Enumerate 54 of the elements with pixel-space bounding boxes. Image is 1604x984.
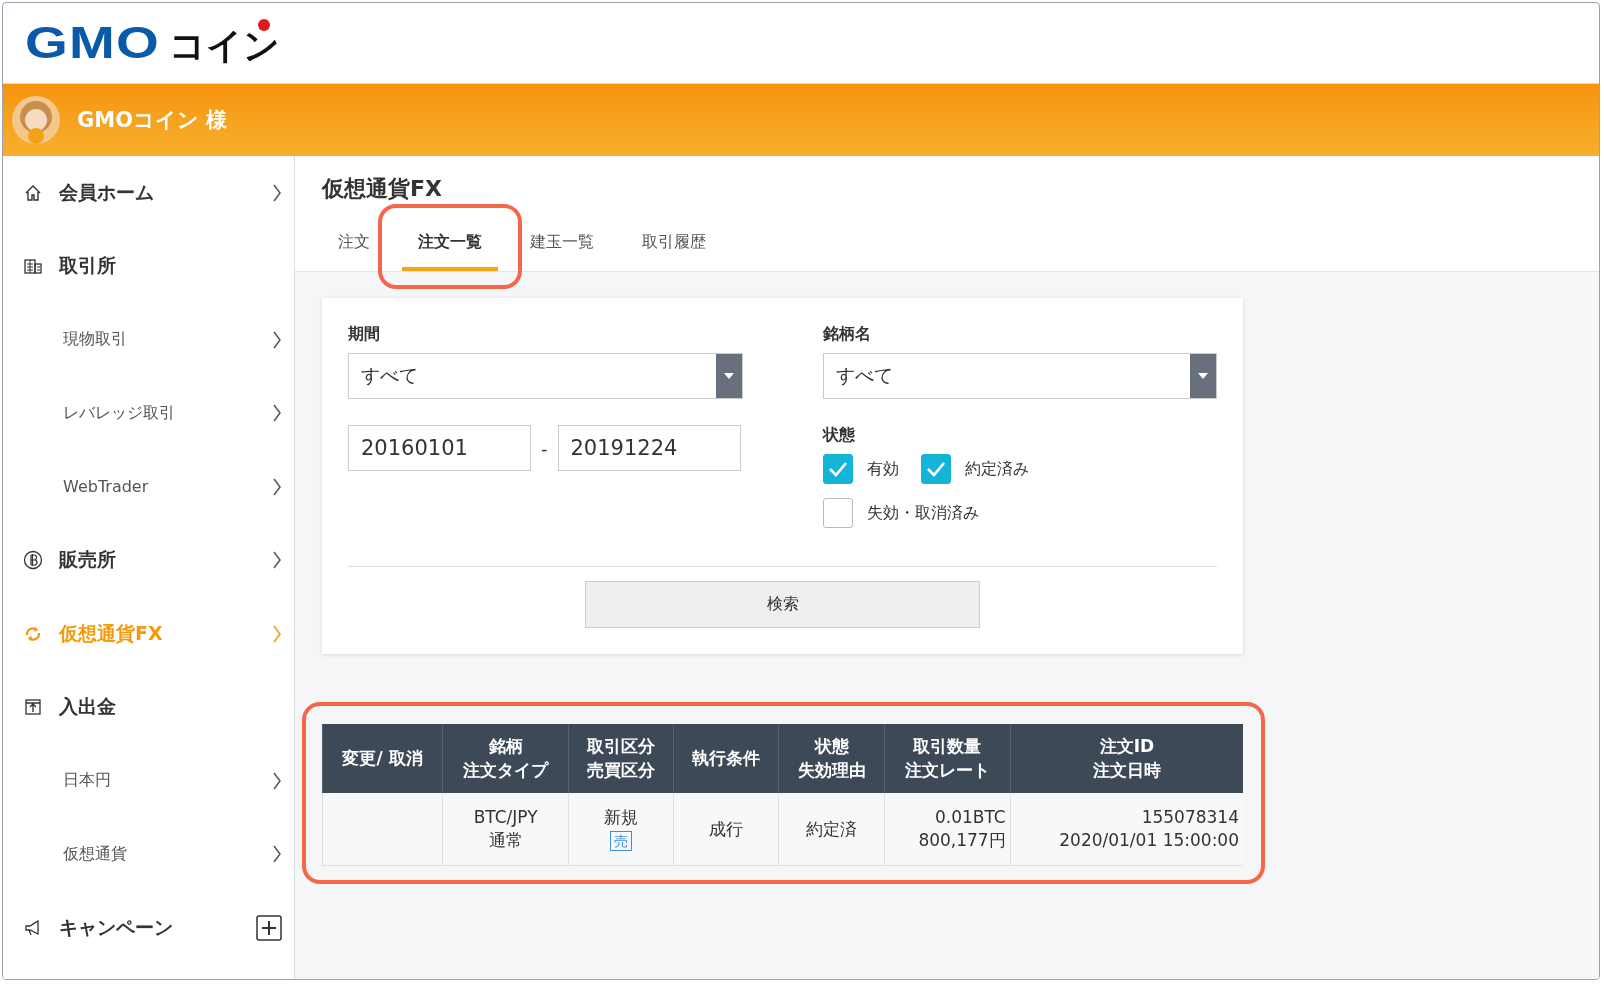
logo: GMO コイン [25,21,281,65]
separator: - [541,437,548,459]
table-cell: 約定済 [778,793,885,866]
checkbox[interactable] [822,454,853,484]
field-label: 銘柄名 [822,324,872,345]
sidebar-item[interactable]: 現物取引 [3,303,294,377]
check-icon [827,461,848,477]
checkbox-label: 約定済み [964,458,1029,480]
table-cell: 0.01BTC 800,177円 [884,793,1011,866]
caret-icon [1198,373,1208,379]
dropdown[interactable]: すべて [348,353,743,399]
date-field[interactable]: 20191224 [557,425,741,471]
search-button[interactable]: 検索 [585,581,980,628]
checkbox-label: 失効・取消済み [866,502,979,524]
column-header: 変更/ 取消 [322,724,443,793]
date-field[interactable]: 20160101 [348,425,531,471]
checkbox[interactable] [822,498,853,528]
sidebar-item[interactable]: 取引所 [3,229,294,303]
table-cell: BTC/JPY 通常 [442,793,569,866]
tab[interactable]: 建玉一覧 [514,226,610,271]
side-tag: 売 [610,831,633,852]
column-header: 取引数量 注文レート [884,724,1011,793]
table-cell: 成行 [673,793,779,866]
checkbox-label: 有効 [866,458,899,480]
sidebar-item[interactable]: 入出金 [3,670,294,744]
dropdown[interactable]: すべて [822,353,1217,399]
sidebar-item[interactable]: WebTrader [3,450,294,524]
column-header: 注文ID 注文日時 [1010,724,1243,793]
table-cell: 155078314 2020/01/01 15:00:00 [1010,793,1243,866]
bitcoin-icon [23,550,43,571]
upload-icon [23,697,43,718]
column-header: 銘柄 注文タイプ [442,724,569,793]
sidebar-item[interactable]: 販売所 [3,523,294,597]
building-icon [23,256,43,277]
caret-icon [723,373,734,379]
field-label: 期間 [348,324,381,345]
sidebar-item[interactable]: 仮想通貨 [3,817,294,891]
table-cell: 新規 売 [568,793,674,866]
field-label: 状態 [822,425,856,446]
sidebar-item[interactable]: 日本円 [3,744,294,818]
sidebar-item[interactable]: レバレッジ取引 [3,376,294,450]
check-icon [925,461,946,477]
tab[interactable]: 注文一覧 [402,226,498,271]
tab[interactable]: 注文 [322,226,386,271]
page-title: 仮想通貨FX [322,175,443,203]
tab[interactable]: 取引履歴 [626,226,722,271]
user-name: GMOコイン 様 [77,107,228,134]
sidebar-item[interactable]: キャンペーン [3,891,294,965]
avatar-icon [11,95,61,145]
sidebar-item[interactable]: 会員ホーム [3,156,294,230]
column-header: 取引区分 売買区分 [568,724,674,793]
checkbox[interactable] [920,454,951,484]
column-header: 状態 失効理由 [778,724,885,793]
column-header: 執行条件 [673,724,779,793]
